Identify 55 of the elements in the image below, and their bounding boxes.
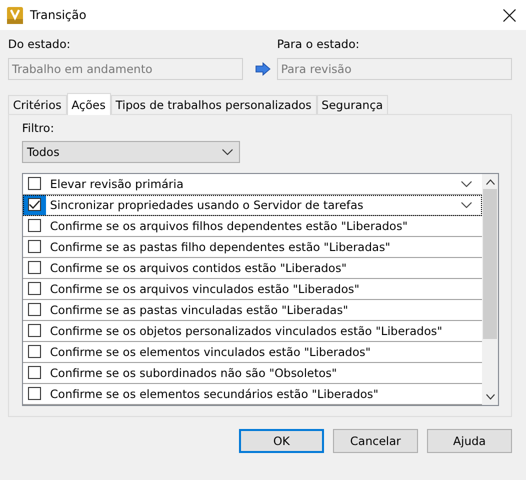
action-label: Confirme se os arquivos vinculados estão "Liberados" [49,282,360,296]
action-label: Confirme se os objetos personalizados vinculados estão "Liberados" [49,324,444,338]
tab[interactable]: Tipos de trabalhos personalizados [110,95,317,114]
checkbox[interactable] [28,282,41,296]
scroll-down-icon[interactable] [486,394,494,400]
action-row[interactable]: Confirme se as pastas filho dependentes estão "Liberadas" [23,236,482,258]
action-row[interactable]: Confirme se os elementos vinculados estão "Liberados" [23,342,482,363]
checkbox[interactable] [28,240,41,254]
to-state-label: Para o estado: [276,37,360,51]
tab[interactable]: Ações [66,93,111,115]
checkbox[interactable] [28,345,41,358]
app-logo-icon [7,6,23,24]
action-row[interactable]: Sincronizar propriedades usando o Servidor de tarefas [23,194,482,216]
window-title: Transição [30,8,88,22]
checkbox[interactable] [28,366,41,380]
scrollbar[interactable] [482,174,498,405]
action-label: Confirme se os elementos vinculados estão "Liberados" [49,344,372,359]
dialog-button[interactable]: Cancelar [333,429,418,453]
action-label: Confirme se os subordinados não são "Obsoletos" [49,366,338,380]
scroll-up-icon[interactable] [486,178,494,185]
action-row[interactable]: Confirme se os subordinados não são "Obsoletos" [23,362,482,384]
dialog-button[interactable]: OK [239,429,324,453]
action-row[interactable]: Confirme se os elementos secundários estão "Liberados" [23,384,482,405]
tab[interactable]: Critérios [8,95,66,114]
checkbox[interactable] [28,324,41,338]
scroll-thumb[interactable] [483,188,497,339]
checkbox[interactable] [28,261,41,274]
action-label: Confirme se as pastas filho dependentes estão "Liberadas" [49,240,392,254]
checkbox[interactable] [28,219,41,232]
action-label: Confirme se os elementos secundários estão "Liberados" [49,386,380,401]
chevron-down-icon[interactable] [461,180,472,187]
action-label: Sincronizar propriedades usando o Servidor de tarefas [49,198,364,212]
action-row[interactable]: Confirme se os arquivos vinculados estão "Liberados" [23,278,482,300]
checkbox[interactable] [28,198,41,212]
close-icon[interactable] [503,8,516,22]
dialog-button[interactable]: Ajuda [427,429,512,453]
filter-label: Filtro: [22,121,56,135]
checkbox[interactable] [28,303,41,316]
action-label: Elevar revisão primária [49,176,184,191]
right-arrow-icon [255,62,271,76]
chevron-down-icon[interactable] [461,202,472,208]
chevron-down-icon [222,148,233,155]
action-label: Confirme se os arquivos filhos dependentes estão "Liberados" [49,218,409,233]
checkbox[interactable] [28,387,41,400]
checkbox[interactable] [28,177,41,190]
action-row[interactable]: Confirme se os objetos personalizados vinculados estão "Liberados" [23,320,482,342]
from-state-label: Do estado: [8,37,72,51]
action-label: Confirme se os arquivos contidos estão "Liberados" [49,260,348,275]
action-row[interactable]: Confirme se os arquivos contidos estão "Liberados" [23,258,482,279]
action-row[interactable]: Confirme se os arquivos filhos dependentes estão "Liberados" [23,216,482,237]
action-label: Confirme se as pastas vinculadas estão "Liberadas" [49,302,350,317]
action-row[interactable]: Elevar revisão primária [23,174,482,195]
tab[interactable]: Segurança [316,95,388,114]
filter-dropdown[interactable]: Todos [22,141,240,163]
action-row[interactable]: Confirme se as pastas vinculadas estão "Liberadas" [23,300,482,321]
